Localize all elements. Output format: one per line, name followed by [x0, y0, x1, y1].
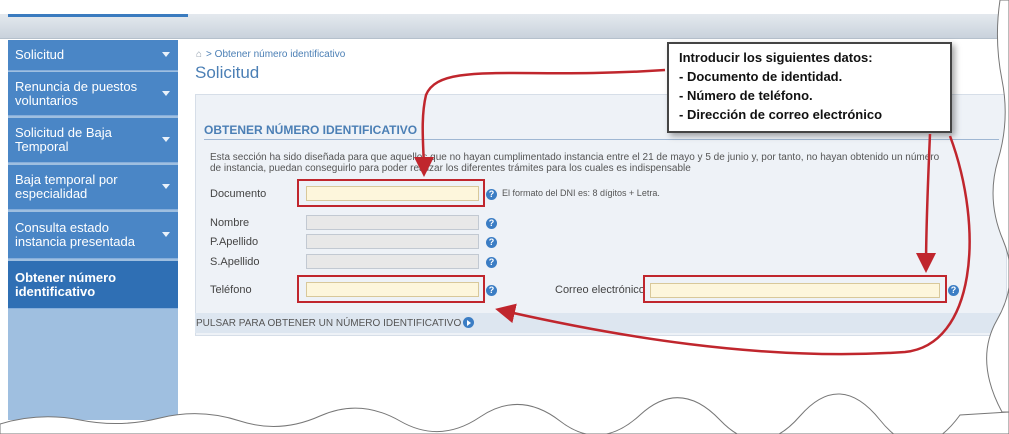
- torn-bottom-edge: [0, 393, 1009, 434]
- annotation-arrows: [0, 0, 1009, 434]
- arrow-to-documento: [413, 68, 666, 177]
- arrow-to-telefono: [495, 135, 971, 356]
- torn-right-edge: [986, 0, 1009, 413]
- arrow-to-correo: [916, 133, 937, 273]
